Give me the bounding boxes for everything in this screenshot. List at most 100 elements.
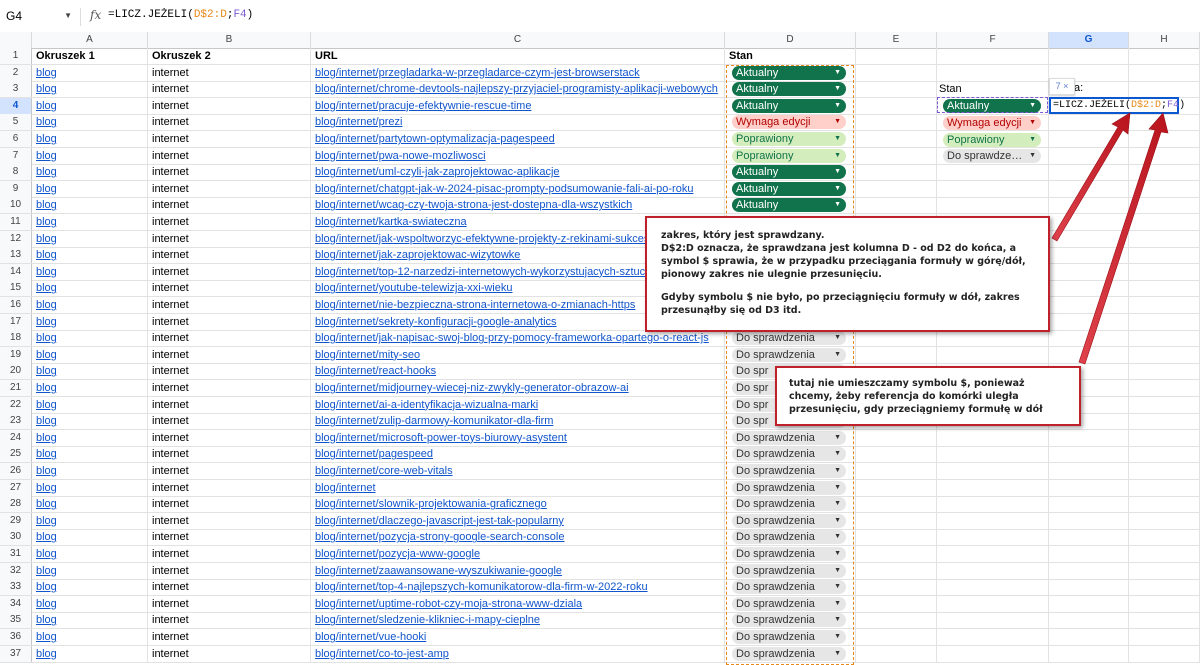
row-number[interactable]: 27 [0, 479, 32, 496]
url-link[interactable]: blog/internet/prezi [311, 114, 725, 131]
cell[interactable] [1049, 263, 1129, 280]
cell[interactable] [856, 64, 937, 81]
row-number[interactable]: 1 [0, 48, 32, 64]
cell[interactable] [1129, 546, 1200, 562]
cell[interactable] [1049, 114, 1129, 131]
stan-cell[interactable]: Do sprawdzenia ▼ [725, 479, 856, 496]
okruszek-1-link[interactable]: blog [32, 645, 148, 662]
cell[interactable] [1129, 197, 1200, 214]
cell[interactable] [1129, 512, 1200, 529]
okruszek-1-link[interactable]: blog [32, 346, 148, 363]
okruszek-1-link[interactable]: blog [32, 330, 148, 347]
row-number[interactable]: 25 [0, 446, 32, 463]
cell[interactable] [1129, 463, 1200, 479]
okruszek-1-link[interactable]: blog [32, 230, 148, 247]
url-link[interactable]: blog/internet/chrome-devtools-najlepszy-… [311, 81, 725, 98]
cell[interactable] [1049, 612, 1129, 629]
url-link[interactable]: blog/internet/pagespeed [311, 446, 725, 463]
status-chip[interactable]: Do sprawdzenia ▼ [732, 497, 846, 512]
cell[interactable] [937, 612, 1049, 629]
okruszek-1-link[interactable]: blog [32, 446, 148, 463]
cell[interactable] [937, 463, 1049, 479]
stan-cell[interactable]: Do sprawdzenia ▼ [725, 512, 856, 529]
url-link[interactable]: blog/internet/dlaczego-javascript-jest-t… [311, 512, 725, 529]
cell[interactable] [937, 645, 1049, 662]
stan-cell[interactable]: Wymaga edycji ▼ [725, 114, 856, 131]
cell[interactable] [1049, 197, 1129, 214]
okruszek-1-link[interactable]: blog [32, 629, 148, 645]
cell[interactable] [1129, 147, 1200, 164]
status-chip[interactable]: Aktualny ▼ [732, 165, 846, 180]
url-link[interactable]: blog/internet/zaawansowane-wyszukiwanie-… [311, 562, 725, 579]
okruszek-1-link[interactable]: blog [32, 429, 148, 446]
url-link[interactable]: blog/internet/co-to-jest-amp [311, 645, 725, 662]
okruszek-1-link[interactable]: blog [32, 180, 148, 197]
okruszek-2-cell[interactable]: internet [148, 629, 311, 645]
cell[interactable] [1129, 313, 1200, 330]
url-link[interactable]: blog/internet/jak-napisac-swoj-blog-przy… [311, 330, 725, 347]
cell[interactable] [1129, 629, 1200, 645]
okruszek-1-link[interactable]: blog [32, 131, 148, 147]
row-number[interactable]: 24 [0, 429, 32, 446]
cell[interactable] [937, 429, 1049, 446]
row-number[interactable]: 4 [0, 97, 32, 114]
cell[interactable] [1129, 280, 1200, 297]
url-link[interactable]: blog/internet [311, 479, 725, 496]
cell[interactable] [1049, 147, 1129, 164]
okruszek-1-link[interactable]: blog [32, 313, 148, 330]
url-link[interactable]: blog/internet/mity-seo [311, 346, 725, 363]
okruszek-1-link[interactable]: blog [32, 147, 148, 164]
cell[interactable] [1129, 595, 1200, 612]
cell[interactable] [1129, 247, 1200, 264]
row-number[interactable]: 6 [0, 131, 32, 147]
cell[interactable] [856, 546, 937, 562]
okruszek-2-cell[interactable]: internet [148, 479, 311, 496]
cell[interactable] [1129, 363, 1200, 380]
status-chip[interactable]: Do sprawdzenia ▼ [732, 464, 846, 478]
cell[interactable] [1129, 529, 1200, 546]
status-chip[interactable]: Do sprawdzenia ▼ [732, 646, 846, 661]
okruszek-1-link[interactable]: blog [32, 595, 148, 612]
row-number[interactable]: 37 [0, 645, 32, 662]
stan-cell[interactable]: Do sprawdzenia ▼ [725, 330, 856, 347]
okruszek-2-cell[interactable]: internet [148, 297, 311, 313]
okruszek-1-link[interactable]: blog [32, 197, 148, 214]
cell[interactable] [1049, 429, 1129, 446]
okruszek-1-link[interactable]: blog [32, 562, 148, 579]
cell[interactable] [1049, 645, 1129, 662]
cell[interactable] [1129, 230, 1200, 247]
row-number[interactable]: 26 [0, 463, 32, 479]
stan-cell[interactable]: Do sprawdzenia ▼ [725, 529, 856, 546]
cell[interactable] [937, 446, 1049, 463]
okruszek-1-link[interactable]: blog [32, 164, 148, 181]
row-number[interactable]: 9 [0, 180, 32, 197]
cell[interactable] [1129, 446, 1200, 463]
cell[interactable] [856, 114, 937, 131]
row-number[interactable]: 29 [0, 512, 32, 529]
cell[interactable] [856, 147, 937, 164]
cell[interactable] [1049, 48, 1129, 64]
cell[interactable] [937, 48, 1049, 64]
column-header-b[interactable]: B [148, 32, 311, 48]
okruszek-1-link[interactable]: blog [32, 297, 148, 313]
header-stan[interactable]: Stan [725, 48, 856, 64]
cell[interactable] [937, 164, 1049, 181]
cell[interactable] [1129, 645, 1200, 662]
row-number[interactable]: 7 [0, 147, 32, 164]
okruszek-1-link[interactable]: blog [32, 97, 148, 114]
column-header-d[interactable]: D [725, 32, 856, 48]
cell[interactable] [937, 529, 1049, 546]
stan-cell[interactable]: Aktualny ▼ [725, 97, 856, 114]
status-chip-wymaga-edycji[interactable]: Wymaga edycji ▼ [943, 116, 1041, 130]
stan-cell[interactable]: Do sprawdzenia ▼ [725, 612, 856, 629]
okruszek-1-link[interactable]: blog [32, 64, 148, 81]
okruszek-1-link[interactable]: blog [32, 413, 148, 430]
column-header-h[interactable]: H [1129, 32, 1200, 48]
cell[interactable] [1129, 346, 1200, 363]
name-box[interactable]: G4 ▼ [6, 8, 72, 24]
okruszek-2-cell[interactable]: internet [148, 562, 311, 579]
cell[interactable] [856, 429, 937, 446]
status-chip[interactable]: Poprawiony ▼ [732, 148, 846, 163]
cell[interactable] [1049, 230, 1129, 247]
stan-cell[interactable]: Poprawiony ▼ [725, 131, 856, 147]
